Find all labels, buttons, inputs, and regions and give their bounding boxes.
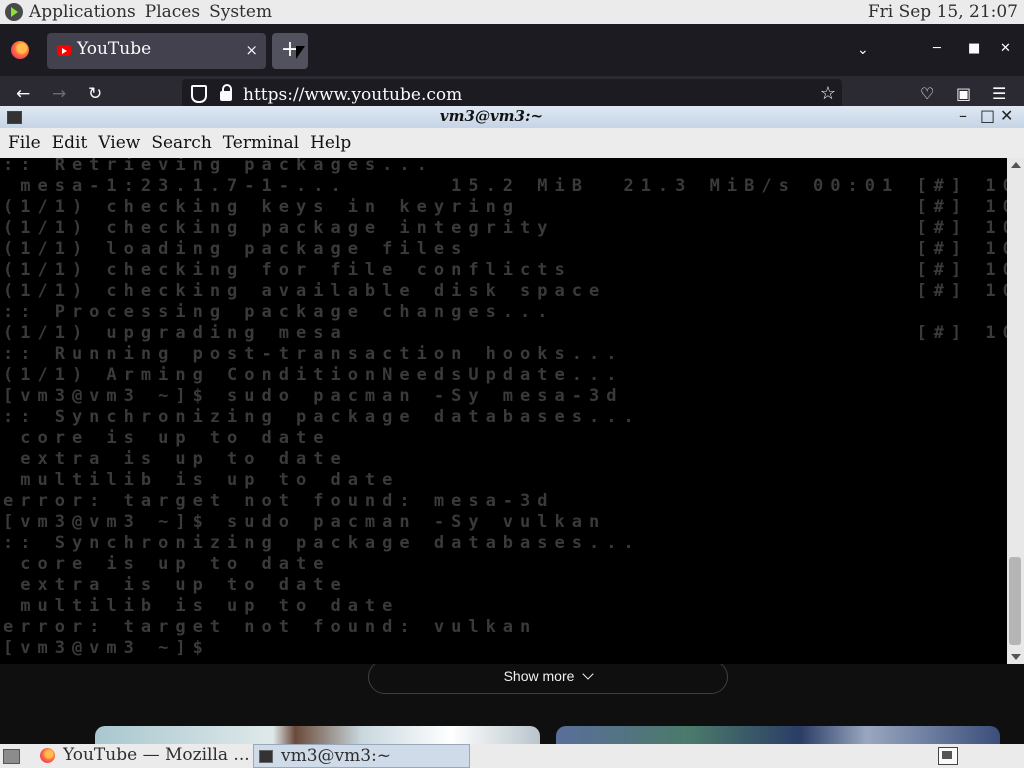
- list-all-tabs-chevron-down-icon[interactable]: ⌄: [857, 42, 869, 58]
- lock-icon[interactable]: [220, 84, 232, 101]
- terminal-line: (1/1) upgrading mesa [#] 100%: [3, 323, 1007, 343]
- menu-terminal[interactable]: Terminal: [223, 133, 299, 153]
- terminal-line: extra is up to date: [3, 575, 348, 595]
- menu-view[interactable]: View: [98, 133, 140, 153]
- youtube-page-content: Show more: [0, 660, 1024, 744]
- tab-title: YouTube: [77, 39, 152, 59]
- terminal-line: (1/1) Arming ConditionNeedsUpdate...: [3, 365, 624, 385]
- scroll-up-arrow-icon[interactable]: [1011, 162, 1021, 168]
- chevron-down-icon: [582, 668, 595, 680]
- youtube-favicon-icon: [57, 45, 71, 56]
- terminal-output[interactable]: :: Retrieving packages... mesa-1:23.1.7-…: [0, 158, 1007, 664]
- terminal-menu-bar: File Edit View Search Terminal Help: [0, 128, 1024, 158]
- back-arrow-icon[interactable]: ←: [16, 84, 30, 104]
- terminal-scrollbar[interactable]: [1007, 158, 1024, 664]
- taskbar-terminal[interactable]: vm3@vm3:~: [253, 744, 470, 768]
- bottom-panel: YouTube — Mozilla ... vm3@vm3:~: [0, 744, 1024, 768]
- firefox-logo-icon: [11, 41, 29, 59]
- applications-menu[interactable]: Applications: [29, 2, 136, 22]
- terminal-line: multilib is up to date: [3, 596, 400, 616]
- mouse-cursor-icon: [296, 46, 305, 59]
- tracking-protection-shield-icon[interactable]: [191, 85, 207, 103]
- terminal-line: error: target not found: mesa-3d: [3, 491, 555, 511]
- tab-close-button[interactable]: ×: [245, 41, 258, 59]
- terminal-icon: [259, 750, 273, 763]
- clock[interactable]: Fri Sep 15, 21:07: [868, 2, 1018, 22]
- terminal-line: [vm3@vm3 ~]$ sudo pacman -Sy mesa-3d: [3, 386, 624, 406]
- bookmark-star-icon[interactable]: ☆: [820, 83, 836, 104]
- places-menu[interactable]: Places: [145, 2, 200, 22]
- terminal-line: [vm3@vm3 ~]$: [3, 638, 210, 658]
- close-window-button[interactable]: ✕: [1000, 41, 1011, 56]
- taskbar-firefox-label: YouTube — Mozilla ...: [63, 745, 250, 765]
- terminal-close-button[interactable]: ✕: [1000, 106, 1013, 125]
- forward-arrow-icon[interactable]: →: [52, 84, 66, 104]
- workspace-switcher-icon[interactable]: [938, 747, 958, 765]
- terminal-window: vm3@vm3:~ – □ ✕ File Edit View Search Te…: [0, 106, 1024, 664]
- terminal-minimize-button[interactable]: –: [959, 106, 967, 125]
- terminal-line: mesa-1:23.1.7-1-... 15.2 MiB 21.3 MiB/s …: [3, 176, 1007, 196]
- terminal-line: (1/1) loading package files [#] 100%: [3, 239, 1007, 259]
- url-text[interactable]: https://www.youtube.com: [243, 85, 462, 105]
- terminal-line: :: Processing package changes...: [3, 302, 555, 322]
- terminal-title: vm3@vm3:~: [439, 107, 544, 125]
- terminal-line: core is up to date: [3, 428, 331, 448]
- terminal-line: (1/1) checking available disk space [#] …: [3, 281, 1007, 301]
- scrollbar-thumb[interactable]: [1009, 557, 1021, 645]
- hamburger-menu-icon[interactable]: ☰: [992, 84, 1006, 103]
- terminal-line: core is up to date: [3, 554, 331, 574]
- terminal-line: (1/1) checking for file conflicts [#] 10…: [3, 260, 1007, 280]
- terminal-line: [vm3@vm3 ~]$ sudo pacman -Sy vulkan: [3, 512, 607, 532]
- menu-file[interactable]: File: [8, 133, 41, 153]
- terminal-maximize-button[interactable]: □: [980, 106, 995, 125]
- url-bar[interactable]: https://www.youtube.com ☆: [182, 79, 842, 109]
- scroll-down-arrow-icon[interactable]: [1011, 654, 1021, 660]
- reload-icon[interactable]: ↻: [88, 84, 102, 104]
- show-more-label: Show more: [503, 668, 575, 684]
- firefox-tab-bar: YouTube × + ⌄ ─ ■ ✕: [0, 24, 1024, 76]
- terminal-line: :: Synchronizing package databases...: [3, 533, 641, 553]
- menu-help[interactable]: Help: [310, 133, 351, 153]
- firefox-icon: [40, 748, 55, 763]
- tab-youtube[interactable]: YouTube ×: [47, 33, 266, 69]
- extensions-puzzle-icon[interactable]: ▣: [956, 84, 971, 103]
- menu-search[interactable]: Search: [151, 133, 211, 153]
- terminal-line: :: Retrieving packages...: [3, 158, 434, 175]
- terminal-line: (1/1) checking package integrity [#] 100…: [3, 218, 1007, 238]
- show-more-button[interactable]: Show more: [368, 660, 728, 694]
- firefox-nav-bar: ← → ↻ https://www.youtube.com ☆ ♡ ▣ ☰: [0, 76, 1024, 110]
- terminal-line: (1/1) checking keys in keyring [#] 100%: [3, 197, 1007, 217]
- terminal-title-bar[interactable]: vm3@vm3:~ – □ ✕: [0, 106, 1024, 128]
- terminal-line: :: Running post-transaction hooks...: [3, 344, 624, 364]
- system-menu[interactable]: System: [209, 2, 272, 22]
- maximize-window-button[interactable]: ■: [968, 41, 980, 56]
- taskbar-firefox[interactable]: YouTube — Mozilla ...: [36, 744, 250, 768]
- menu-edit[interactable]: Edit: [52, 133, 88, 153]
- terminal-line: multilib is up to date: [3, 470, 400, 490]
- minimize-window-button[interactable]: ─: [933, 41, 941, 56]
- taskbar-terminal-label: vm3@vm3:~: [281, 746, 392, 766]
- video-thumbnail[interactable]: [95, 726, 540, 744]
- main-menu-icon[interactable]: [5, 3, 23, 21]
- terminal-line: error: target not found: vulkan: [3, 617, 538, 637]
- terminal-line: :: Synchronizing package databases...: [3, 407, 641, 427]
- show-desktop-icon[interactable]: [3, 749, 20, 764]
- top-panel: Applications Places System Fri Sep 15, 2…: [0, 0, 1024, 24]
- terminal-line: extra is up to date: [3, 449, 348, 469]
- video-thumbnail[interactable]: [556, 726, 1000, 744]
- pocket-icon[interactable]: ♡: [920, 84, 934, 103]
